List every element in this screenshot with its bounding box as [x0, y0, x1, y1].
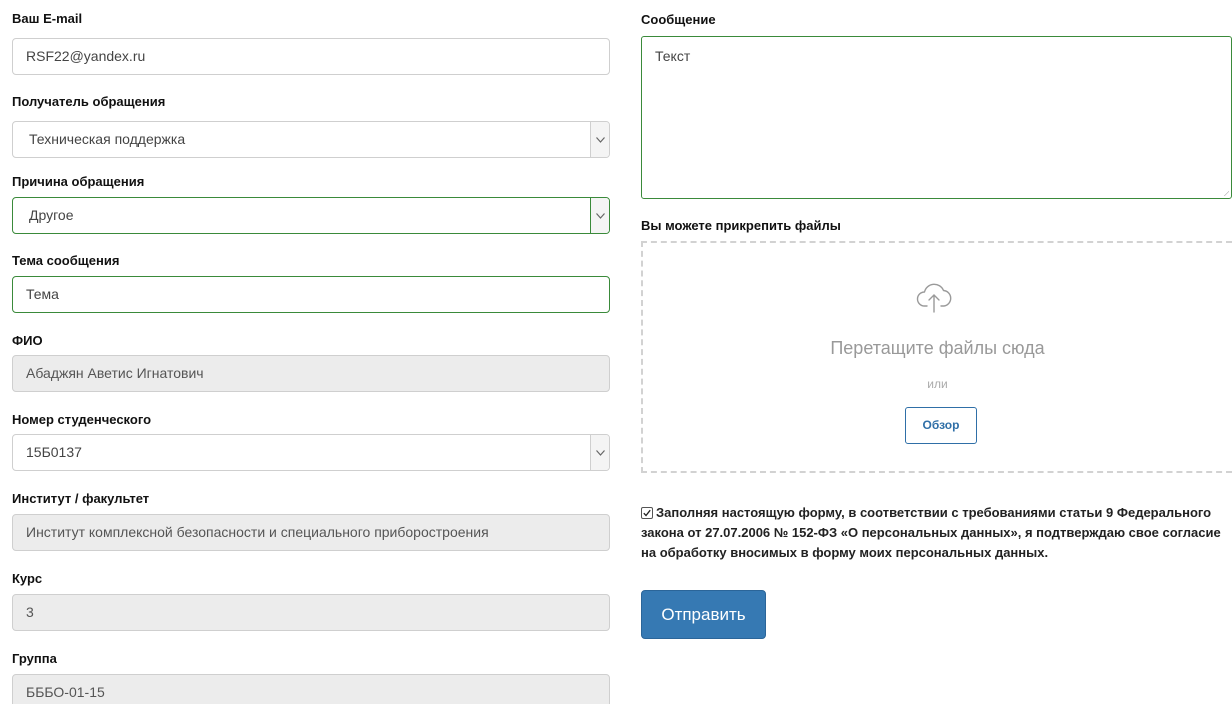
subject-field[interactable]: Тема: [12, 276, 610, 313]
fio-label: ФИО: [12, 333, 43, 348]
subject-label: Тема сообщения: [12, 253, 120, 268]
reason-group: Причина обращения Другое: [12, 173, 610, 234]
feedback-form-page: Ваш E-mail RSF22@yandex.ru Получатель об…: [0, 0, 1232, 704]
cloud-upload-icon: [916, 283, 952, 313]
fio-field: Абаджян Аветис Игнатович: [12, 355, 610, 392]
group-field: БББО-01-15: [12, 674, 610, 704]
chevron-down-icon[interactable]: [590, 122, 609, 157]
message-textarea[interactable]: Текст: [641, 36, 1232, 199]
drop-text: Перетащите файлы сюда: [830, 338, 1045, 358]
course-label: Курс: [12, 571, 43, 586]
message-label: Сообщение: [641, 12, 716, 27]
file-dropzone[interactable]: Перетащите файлы сюда или Обзор: [641, 241, 1232, 473]
reason-select-value: Другое: [29, 207, 74, 223]
subject-group: Тема сообщения Тема: [12, 252, 610, 313]
recipient-select-value: Техническая поддержка: [29, 131, 186, 147]
course-field: 3: [12, 594, 610, 631]
course-group: Курс 3: [12, 570, 610, 631]
email-field[interactable]: RSF22@yandex.ru: [12, 38, 610, 75]
consent-block: Заполняя настоящую форму, в соответствии…: [641, 503, 1232, 563]
email-label: Ваш E-mail: [12, 11, 83, 26]
attach-label: Вы можете прикрепить файлы: [641, 218, 841, 233]
group-label: Группа: [12, 651, 57, 666]
student-number-label: Номер студенческого: [12, 412, 152, 427]
checkmark-icon: [643, 509, 651, 517]
group-group: Группа БББО-01-15: [12, 650, 610, 704]
chevron-down-icon[interactable]: [590, 435, 609, 470]
reason-label: Причина обращения: [12, 174, 145, 189]
consent-checkbox[interactable]: [641, 507, 653, 519]
or-text: или: [927, 377, 948, 391]
submit-button[interactable]: Отправить: [641, 590, 766, 639]
consent-text: Заполняя настоящую форму, в соответствии…: [641, 505, 1221, 560]
resize-grip-icon[interactable]: [1223, 190, 1229, 196]
institute-group: Институт / факультет Институт комплексно…: [12, 490, 610, 551]
recipient-label: Получатель обращения: [12, 94, 166, 109]
fio-group: ФИО Абаджян Аветис Игнатович: [12, 332, 610, 392]
email-group: Ваш E-mail RSF22@yandex.ru: [12, 10, 610, 75]
institute-label: Институт / факультет: [12, 491, 150, 506]
chevron-down-icon[interactable]: [590, 198, 609, 233]
reason-select[interactable]: Другое: [12, 197, 610, 234]
institute-field: Институт комплексной безопасности и спец…: [12, 514, 610, 551]
recipient-group: Получатель обращения Техническая поддерж…: [12, 93, 610, 158]
message-text: Текст: [655, 48, 691, 64]
recipient-select[interactable]: Техническая поддержка: [12, 121, 610, 158]
student-number-select-value: 15Б0137: [26, 444, 82, 460]
student-number-select[interactable]: 15Б0137: [12, 434, 610, 471]
browse-button[interactable]: Обзор: [905, 407, 977, 444]
student-number-group: Номер студенческого 15Б0137: [12, 411, 610, 471]
